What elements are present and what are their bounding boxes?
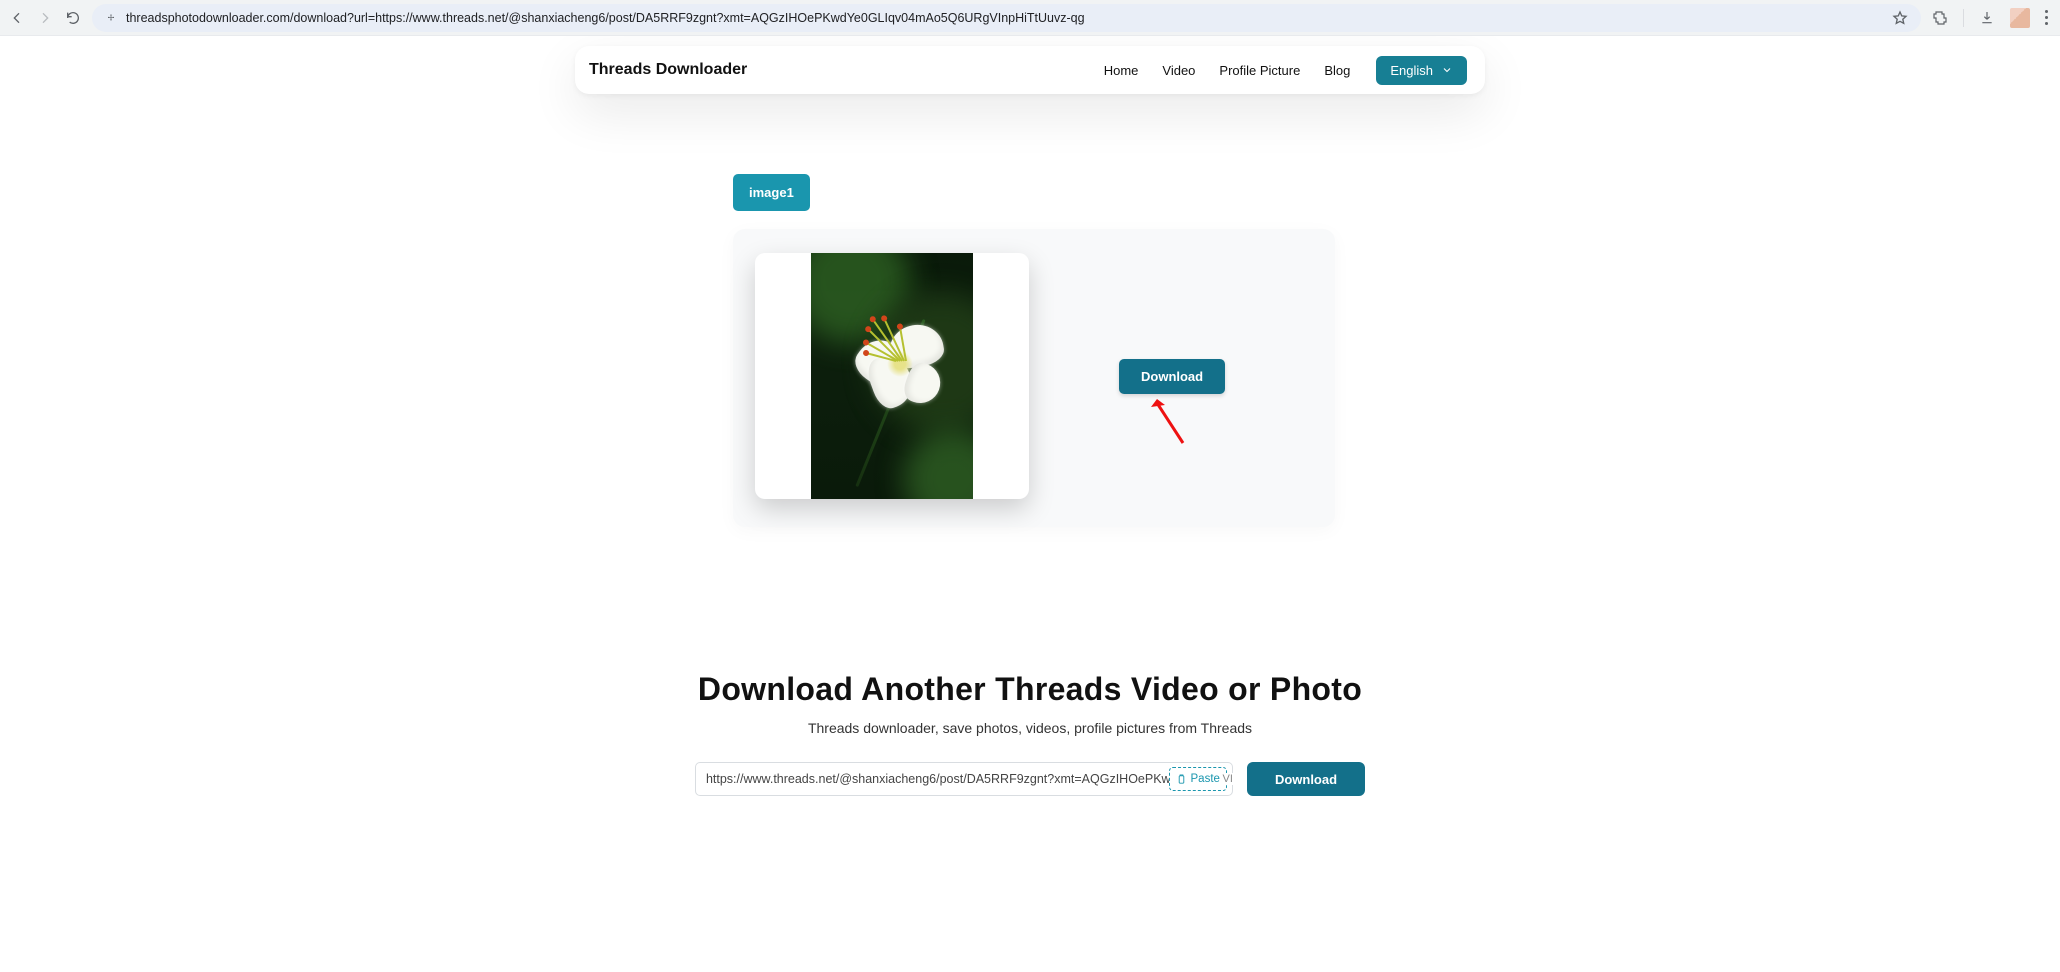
submit-download-button[interactable]: Download [1247,762,1365,796]
section-heading: Download Another Threads Video or Photo [575,671,1485,708]
address-bar-text: threadsphotodownloader.com/download?url=… [126,11,1883,25]
divider [1963,9,1964,27]
site-navbar: Threads Downloader Home Video Profile Pi… [575,46,1485,94]
downloads-icon[interactable] [1978,9,1996,27]
nav-link-profile[interactable]: Profile Picture [1219,63,1300,78]
section-subtext: Threads downloader, save photos, videos,… [575,720,1485,736]
paste-label: Paste [1191,773,1220,785]
language-label: English [1390,63,1433,78]
url-input-wrap: Paste VI [695,762,1233,796]
nav-link-home[interactable]: Home [1104,63,1139,78]
input-overflow-tag: VI [1221,773,1235,785]
forward-icon [36,9,54,27]
nav-link-video[interactable]: Video [1162,63,1195,78]
extensions-icon[interactable] [1931,9,1949,27]
nav-link-blog[interactable]: Blog [1324,63,1350,78]
image-tab-badge[interactable]: image1 [733,174,810,211]
address-bar[interactable]: threadsphotodownloader.com/download?url=… [92,4,1921,32]
thumbnail-image [811,253,973,499]
threads-url-input[interactable] [695,762,1233,796]
download-another-section: Download Another Threads Video or Photo … [575,671,1485,796]
star-icon[interactable] [1891,9,1909,27]
language-button[interactable]: English [1376,56,1467,85]
result-thumbnail [755,253,1029,499]
back-icon[interactable] [8,9,26,27]
download-button[interactable]: Download [1119,359,1225,394]
paste-button[interactable]: Paste [1169,767,1227,791]
profile-avatar[interactable] [2010,8,2030,28]
menu-icon[interactable] [2044,10,2048,25]
browser-chrome: threadsphotodownloader.com/download?url=… [0,0,2060,36]
site-settings-icon[interactable] [104,11,118,25]
clipboard-icon [1176,774,1187,785]
chrome-right-group [1931,8,2052,28]
reload-icon[interactable] [64,9,82,27]
chevron-down-icon [1441,64,1453,76]
page-viewport[interactable]: Threads Downloader Home Video Profile Pi… [0,36,2060,972]
brand-title[interactable]: Threads Downloader [589,61,747,79]
